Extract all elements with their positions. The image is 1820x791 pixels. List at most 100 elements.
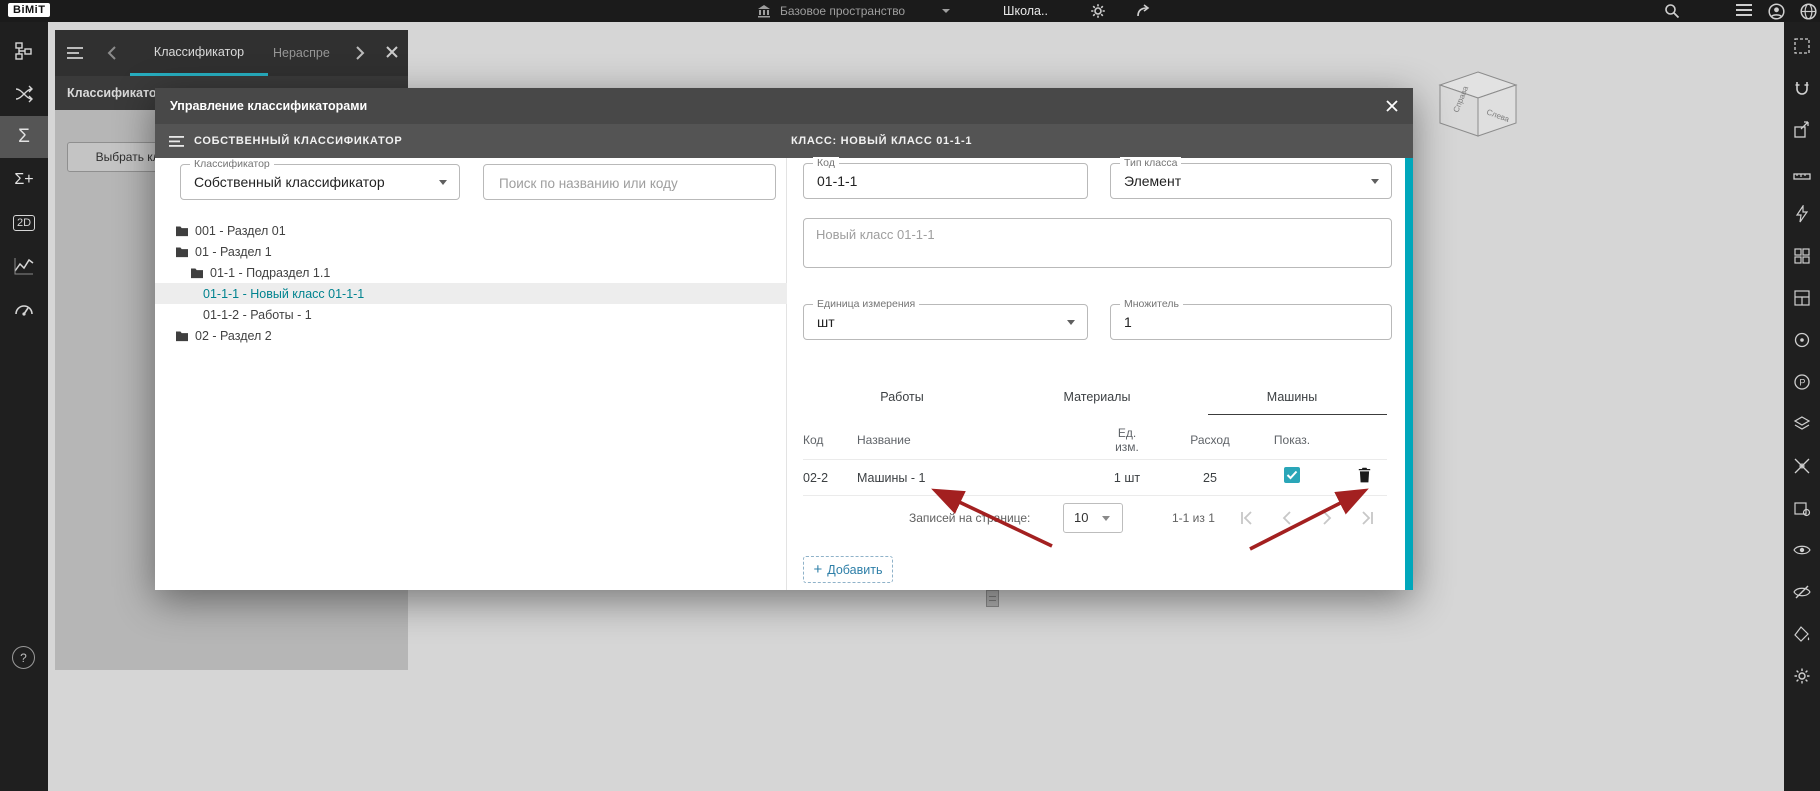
- grid-tool[interactable]: [1790, 244, 1814, 268]
- first-page-button[interactable]: [1235, 506, 1259, 530]
- share-icon[interactable]: [1136, 3, 1152, 19]
- cell-unit: 1 шт: [1113, 470, 1141, 485]
- cut-axis-icon: [1794, 458, 1810, 474]
- classifier-tree: 001 - Раздел 01 01 - Раздел 1 01-1 - Под…: [155, 220, 787, 346]
- col-header-unit: Ед. изм.: [1115, 425, 1139, 454]
- cell-code: 02-2: [803, 470, 829, 485]
- left-section-header: СОБСТВЕННЫЙ КЛАССИФИКАТОР: [194, 135, 403, 147]
- tab-works-label: Работы: [880, 390, 924, 404]
- tree-item-label: 01-1-2 - Работы - 1: [203, 307, 312, 322]
- app-logo: BiMiT: [8, 3, 51, 17]
- tab-machines[interactable]: Машины: [1237, 390, 1347, 404]
- help-button[interactable]: ?: [12, 646, 35, 669]
- code-field-value: 01-1-1: [817, 173, 858, 189]
- show-checkbox[interactable]: [1284, 467, 1300, 483]
- visibility-off-tool[interactable]: [1790, 580, 1814, 604]
- dialog-body: Классификатор Собственный классификатор …: [155, 157, 1413, 590]
- tree-item[interactable]: 02 - Раздел 2: [155, 325, 787, 346]
- export-box-tool[interactable]: [1790, 118, 1814, 142]
- connections-tool[interactable]: [0, 73, 48, 115]
- language-globe-icon[interactable]: [1800, 3, 1817, 20]
- workspace-name[interactable]: Базовое пространство: [780, 4, 905, 18]
- cell-name: Машины - 1: [857, 470, 926, 485]
- next-page-button[interactable]: [1315, 506, 1339, 530]
- layers-icon: [1793, 416, 1811, 430]
- model-tree-tool[interactable]: [0, 30, 48, 72]
- tree-item[interactable]: 001 - Раздел 01: [155, 220, 787, 241]
- dialog-scrollbar[interactable]: [1405, 158, 1413, 590]
- topbar: BiMiT Базовое пространство Школа..: [0, 0, 1820, 22]
- tree-item[interactable]: 01-1-2 - Работы - 1: [155, 304, 787, 325]
- sum-tool[interactable]: Σ: [0, 116, 48, 158]
- target-tool[interactable]: [1790, 328, 1814, 352]
- cut-axis-tool[interactable]: [1790, 454, 1814, 478]
- account-icon[interactable]: [1768, 3, 1785, 20]
- add-button-label: Добавить: [827, 562, 883, 577]
- tree-item[interactable]: 01 - Раздел 1: [155, 241, 787, 262]
- magnet-icon: [1795, 82, 1809, 95]
- workspace-caret-icon[interactable]: [942, 9, 950, 13]
- classifier-left-panel: Классификатор Собственный классификатор …: [155, 158, 787, 590]
- tab-materials[interactable]: Материалы: [1042, 390, 1152, 404]
- gauge-tool[interactable]: [0, 288, 48, 330]
- target-icon: [1794, 332, 1810, 348]
- class-type-select[interactable]: Тип класса Элемент: [1110, 157, 1392, 199]
- check-icon: [1286, 470, 1298, 480]
- magnet-tool[interactable]: [1790, 76, 1814, 100]
- measure-icon: [1793, 173, 1811, 180]
- cell-consumption: 25: [1203, 470, 1217, 485]
- chevron-right-icon: [1323, 511, 1332, 525]
- tree-item-label: 01-1-1 - Новый класс 01-1-1: [203, 286, 365, 301]
- prev-page-button[interactable]: [1275, 506, 1299, 530]
- chart-tool[interactable]: [0, 245, 48, 287]
- select-area-tool[interactable]: [1790, 34, 1814, 58]
- col-header-consumption: Расход: [1190, 432, 1230, 447]
- delete-row-button[interactable]: [1358, 467, 1371, 483]
- layers-tool[interactable]: [1790, 412, 1814, 436]
- multiplier-field[interactable]: Множитель 1: [1110, 298, 1392, 340]
- measure-tool[interactable]: [1790, 160, 1814, 184]
- subheader-right: КЛАСС: НОВЫЙ КЛАСС 01-1-1: [787, 124, 1413, 158]
- plus-icon: [813, 562, 822, 577]
- 2d-view-tool[interactable]: 2D: [0, 202, 48, 244]
- classifier-select-value: Собственный классификатор: [194, 174, 385, 190]
- add-machine-button[interactable]: Добавить: [803, 556, 893, 583]
- box-settings-tool[interactable]: [1790, 496, 1814, 520]
- dialog-close-button[interactable]: [1381, 95, 1403, 117]
- paint-icon: [1794, 626, 1810, 642]
- subheader-left: СОБСТВЕННЫЙ КЛАССИФИКАТОР: [155, 124, 787, 158]
- layout-tool[interactable]: [1790, 286, 1814, 310]
- tab-works[interactable]: Работы: [847, 390, 957, 404]
- classifier-menu-icon[interactable]: [169, 135, 184, 147]
- code-field[interactable]: Код 01-1-1: [803, 157, 1088, 199]
- per-page-label: Записей на странице:: [909, 511, 1031, 525]
- unit-select[interactable]: Единица измерения шт: [803, 298, 1088, 340]
- paint-tool[interactable]: [1790, 622, 1814, 646]
- project-name[interactable]: Школа..: [1003, 4, 1048, 18]
- chevron-down-icon: [1102, 516, 1110, 521]
- settings-gear-icon[interactable]: [1090, 3, 1106, 19]
- sum-add-tool[interactable]: Σ+: [0, 159, 48, 201]
- folder-icon: [176, 247, 188, 257]
- list-icon[interactable]: [1736, 3, 1752, 19]
- svg-text:P: P: [1799, 378, 1805, 388]
- tree-item[interactable]: 01-1 - Подраздел 1.1: [155, 262, 787, 283]
- search-input[interactable]: [497, 165, 766, 201]
- bolt-tool[interactable]: [1790, 202, 1814, 226]
- last-page-button[interactable]: [1355, 506, 1379, 530]
- classifier-select[interactable]: Классификатор Собственный классификатор: [180, 158, 460, 200]
- parking-tool[interactable]: P: [1790, 370, 1814, 394]
- bolt-icon: [1795, 205, 1809, 223]
- settings-tool[interactable]: [1790, 664, 1814, 688]
- classifier-search-field[interactable]: [483, 164, 776, 201]
- description-field[interactable]: Новый класс 01-1-1: [803, 218, 1392, 268]
- first-page-icon: [1241, 511, 1252, 525]
- visibility-tool[interactable]: [1790, 538, 1814, 562]
- tree-item-selected[interactable]: 01-1-1 - Новый класс 01-1-1: [155, 283, 787, 304]
- search-icon[interactable]: [1664, 3, 1680, 19]
- class-detail-panel: Код 01-1-1 Тип класса Элемент Новый клас…: [787, 157, 1405, 590]
- table-row[interactable]: 02-2 Машины - 1 1 шт 25: [803, 460, 1387, 496]
- chevron-down-icon: [1067, 320, 1075, 325]
- chevron-down-icon: [1371, 179, 1379, 184]
- per-page-select[interactable]: 10: [1063, 503, 1123, 533]
